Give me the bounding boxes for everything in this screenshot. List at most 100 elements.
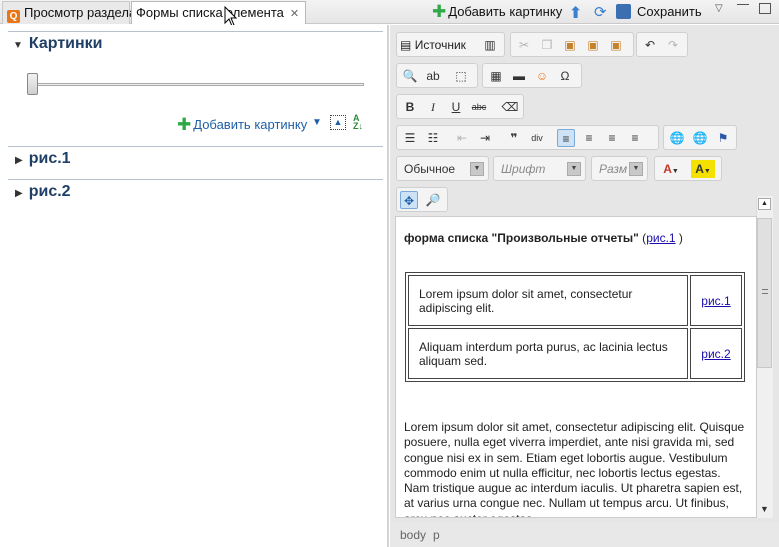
strikethrough-icon[interactable]: abc [470,98,488,116]
save-icon [616,4,631,19]
expand-all-icon[interactable]: ▲ [330,115,346,130]
add-picture-link-label: Добавить картинку [193,117,308,132]
special-char-icon[interactable]: Ω [556,67,574,85]
cut-icon[interactable]: ✂ [515,36,533,54]
select-all-icon[interactable]: ⬚ [452,67,470,85]
paste-icon[interactable]: ▣ [561,36,579,54]
replace-icon[interactable]: ab [424,67,442,85]
add-picture-label: Добавить картинку [448,4,563,19]
align-center-icon[interactable]: ≡ [580,129,598,147]
zoom-slider-thumb[interactable] [27,73,38,95]
undo-icon[interactable]: ↶ [641,36,659,54]
paste-text-icon[interactable]: ▣ [584,36,602,54]
move-up-icon[interactable]: ⬆ [569,3,585,22]
chevron-down-icon[interactable]: ▽ [715,3,723,14]
numbered-list-icon[interactable]: ☰ [401,129,419,147]
plus-icon: ✚ [432,2,447,21]
picture-item-2[interactable]: ▶ рис.2 [15,183,71,201]
insert-group: ▦ ▬ ☺ Ω [482,63,582,88]
table-cell-link: рис.1 [690,275,742,326]
add-picture-link[interactable]: ✚ Добавить картинку [177,115,307,135]
source-button[interactable]: ▤ Источник [400,36,466,54]
minimize-icon[interactable] [737,4,749,6]
panel-divider[interactable] [387,25,389,547]
picture-link[interactable]: рис.1 [701,294,730,308]
find-group: 🔍 ab ⬚ [396,63,478,88]
horizontal-line-icon[interactable]: ▬ [510,67,528,85]
add-picture-button[interactable]: ✚ Добавить картинку [432,3,562,21]
picture-item-1[interactable]: ▶ рис.1 [15,150,71,168]
background-color-icon[interactable]: A▼ [691,160,715,178]
heading-text: форма списка "Произвольные отчеты" [404,231,639,245]
bulleted-list-icon[interactable]: ☷ [424,129,442,147]
link-group: 🌐 🌐 ⚑ [663,125,737,150]
size-combo[interactable]: Разм ▼ [594,160,645,180]
element-path-p[interactable]: p [433,528,440,542]
format-combo[interactable]: Обычное ▼ [399,160,486,180]
tools-group: ✥ 🔎 [396,187,448,212]
dropdown-arrow-icon: ▼ [470,162,484,176]
picture-item-label: рис.2 [28,183,71,200]
paste-word-icon[interactable]: ▣ [607,36,625,54]
save-button[interactable]: Сохранить [616,3,702,21]
anchor-flag-icon[interactable]: ⚑ [714,129,732,147]
picture-link[interactable]: рис.2 [701,347,730,361]
text-color-icon[interactable]: A▼ [659,160,683,178]
outdent-icon[interactable]: ⇤ [453,129,471,147]
size-combo-group: Разм ▼ [591,156,648,181]
document-heading: форма списка "Произвольные отчеты" (рис.… [404,231,683,245]
italic-icon[interactable]: I [424,98,442,116]
indent-icon[interactable]: ⇥ [476,129,494,147]
tab-section-view[interactable]: Q Просмотр раздела [2,1,136,24]
format-combo-group: Обычное ▼ [396,156,489,181]
close-icon[interactable]: ✕ [290,3,299,25]
font-combo[interactable]: Шрифт ▼ [496,160,583,180]
align-right-icon[interactable]: ≡ [603,129,621,147]
save-label: Сохранить [637,4,702,19]
align-justify-icon[interactable]: ≡ [626,129,644,147]
copy-icon[interactable]: ❐ [538,36,556,54]
scroll-down-arrow-icon[interactable]: ▼ [760,504,769,514]
section-title: Картинки [28,35,103,52]
source-label: Источник [414,38,466,52]
div-icon[interactable]: div [528,129,546,147]
zoom-slider-track[interactable] [30,83,364,86]
scroll-thumb[interactable] [757,218,772,368]
table-icon[interactable]: ▦ [487,67,505,85]
smiley-icon[interactable]: ☺ [533,67,551,85]
blockquote-icon[interactable]: ❞ [505,129,523,147]
table-cell-text: Aliquam interdum porta purus, ac lacinia… [408,328,688,379]
bold-icon[interactable]: B [401,98,419,116]
source-icon: ▤ [400,38,412,52]
find-icon[interactable]: 🔍 [401,67,419,85]
link-icon[interactable]: 🌐 [668,129,686,147]
maximize-icon[interactable] [759,3,771,14]
unlink-icon[interactable]: 🌐 [691,129,709,147]
collapse-all-icon[interactable]: ▼ [312,117,322,128]
editor-content[interactable]: форма списка "Произвольные отчеты" (рис.… [395,216,757,518]
document-icon[interactable]: ▥ [481,36,499,54]
redo-icon[interactable]: ↷ [664,36,682,54]
section-pictures[interactable]: ▼ Картинки [13,35,103,53]
preview-icon[interactable]: 🔎 [424,191,442,209]
tab-label: Формы списка элемента [136,5,284,20]
size-combo-value: Разм [599,162,628,176]
plus-icon: ✚ [177,115,192,134]
refresh-icon[interactable]: ⟳ [594,3,610,21]
element-path-body[interactable]: body [400,528,426,542]
align-left-icon[interactable]: ≡ [557,129,575,147]
collapsed-arrow-icon: ▶ [15,188,23,199]
table-cell-link: рис.2 [690,328,742,379]
sort-az-icon[interactable]: A Z↓ [353,114,363,131]
tab-list-forms[interactable]: Формы списка элемента ✕ [131,1,306,24]
eraser-icon[interactable]: ⌫ [501,98,519,116]
heading-link[interactable]: рис.1 [646,231,675,245]
underline-icon[interactable]: U [447,98,465,116]
divider [8,179,383,180]
paragraph-group: ☰ ☷ ⇤ ⇥ ❞ div ≡ ≡ ≡ ≡ [396,125,659,150]
content-table: Lorem ipsum dolor sit amet, consectetur … [405,272,745,382]
maximize-editor-icon[interactable]: ✥ [400,191,418,209]
scroll-up-arrow-icon[interactable]: ▲ [758,198,771,210]
divider [8,146,383,147]
tab-label: Просмотр раздела [24,5,137,20]
